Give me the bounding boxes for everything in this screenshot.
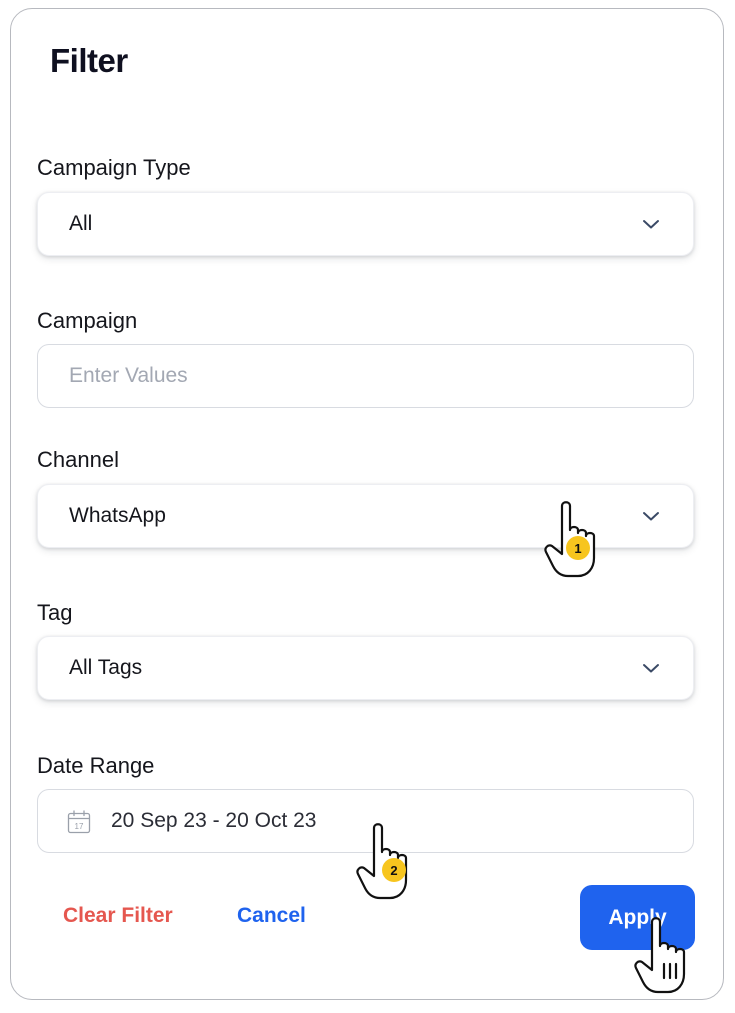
- campaign-type-value: All: [69, 212, 93, 235]
- step-1-label: 1: [574, 541, 581, 556]
- hand-pointer-icon: [634, 917, 686, 994]
- tag-label: Tag: [37, 600, 73, 625]
- campaign-type-label: Campaign Type: [37, 155, 191, 180]
- chevron-down-icon: [643, 512, 659, 521]
- clear-filter-button[interactable]: Clear Filter: [63, 904, 173, 928]
- calendar-icon: 17: [67, 810, 91, 834]
- tag-value: All Tags: [69, 656, 143, 679]
- hand-pointer-icon: 1: [544, 501, 596, 578]
- date-range-value: 20 Sep 23 - 20 Oct 23: [111, 809, 317, 832]
- date-range-label: Date Range: [37, 753, 155, 778]
- cancel-button[interactable]: Cancel: [237, 904, 306, 928]
- channel-value: WhatsApp: [69, 504, 166, 527]
- tag-dropdown[interactable]: All Tags: [37, 636, 694, 700]
- chevron-down-icon: [643, 664, 659, 673]
- calendar-day-text: 17: [75, 822, 84, 831]
- campaign-type-dropdown[interactable]: All: [37, 192, 694, 256]
- campaign-input[interactable]: Enter Values: [37, 344, 694, 408]
- hand-pointer-icon: 2: [356, 823, 408, 900]
- panel-title: Filter: [50, 42, 128, 79]
- campaign-placeholder: Enter Values: [69, 364, 188, 387]
- campaign-label: Campaign: [37, 308, 138, 333]
- chevron-down-icon: [643, 220, 659, 229]
- step-2-label: 2: [390, 863, 397, 878]
- channel-label: Channel: [37, 447, 119, 472]
